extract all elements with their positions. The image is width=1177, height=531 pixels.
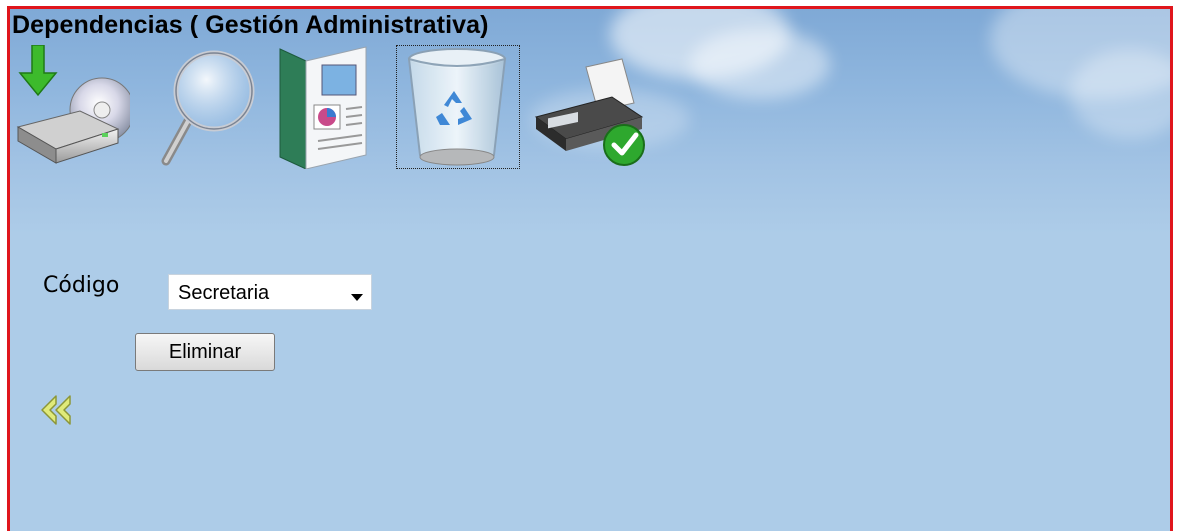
save-drive-icon[interactable] xyxy=(10,45,130,169)
code-select[interactable]: Secretaria xyxy=(168,274,372,310)
recycle-bin-icon[interactable] xyxy=(396,45,520,169)
toolbar xyxy=(10,45,670,169)
app-frame: Dependencias ( Gestión Administrativa) C… xyxy=(7,6,1173,531)
chevron-down-icon xyxy=(351,285,363,308)
printer-check-icon[interactable] xyxy=(526,45,646,169)
delete-button[interactable]: Eliminar xyxy=(135,333,275,371)
report-document-icon[interactable] xyxy=(262,45,382,169)
search-magnifier-icon[interactable] xyxy=(136,45,256,169)
double-arrow-left-icon[interactable] xyxy=(40,394,74,426)
page-title: Dependencias ( Gestión Administrativa) xyxy=(12,11,489,39)
code-label: Código xyxy=(43,273,120,298)
code-select-value: Secretaria xyxy=(178,282,270,304)
